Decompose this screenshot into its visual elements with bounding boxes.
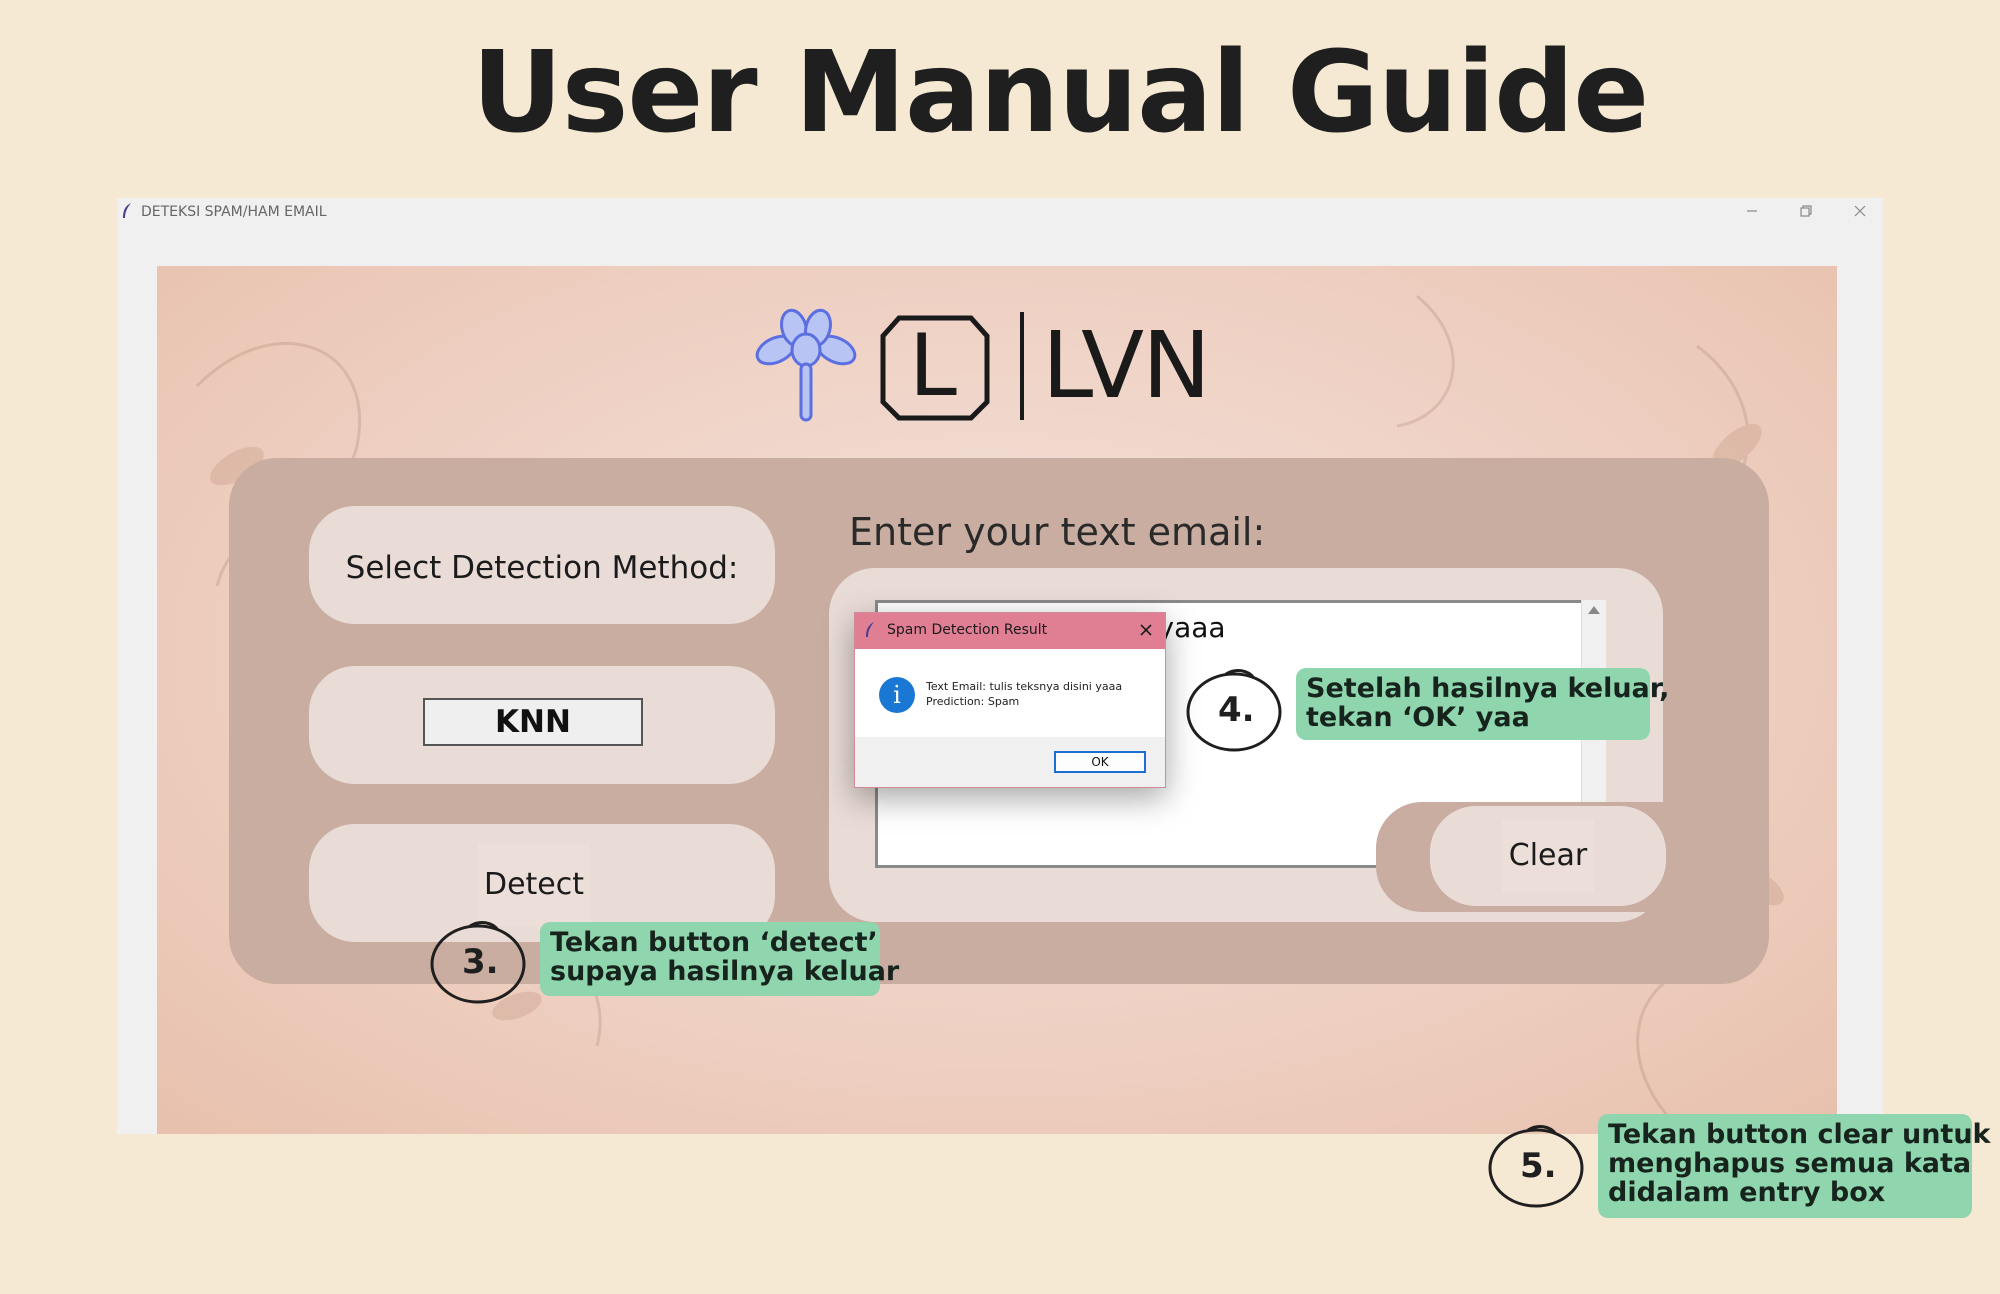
step-4-callout: Setelah hasilnya keluar, tekan ‘OK’ yaa (1296, 668, 1670, 740)
dialog-title: Spam Detection Result (887, 622, 1048, 638)
step-4-number: 4. (1218, 690, 1255, 730)
step-5-line-2: menghapus semua kata (1608, 1148, 1972, 1179)
step-3-line-2: supaya hasilnya keluar (550, 956, 900, 987)
step-3-callout: Tekan button ‘detect’ supaya hasilnya ke… (540, 922, 900, 996)
dialog-line-prediction: Prediction: Spam (926, 695, 1020, 708)
step-4-line-1: Setelah hasilnya keluar, (1306, 673, 1670, 704)
method-select-pill: KNN (309, 666, 775, 784)
dialog-titlebar[interactable]: Spam Detection Result (855, 613, 1165, 649)
flower-icon (755, 308, 857, 422)
dialog-line-email: Text Email: tulis teksnya disini yaaa (926, 680, 1123, 693)
method-label: Select Detection Method: (345, 550, 739, 586)
step-5-line-3: didalam entry box (1608, 1177, 1886, 1208)
minimize-icon[interactable] (1741, 200, 1763, 222)
clear-button[interactable]: Clear (1502, 820, 1594, 892)
detect-button[interactable]: Detect (478, 844, 590, 926)
feather-icon (864, 621, 876, 644)
app-logo: L LVN (754, 306, 1254, 426)
dialog-close-icon[interactable] (1137, 621, 1155, 639)
logo-letter: L (909, 316, 957, 416)
clear-panel: Clear (1376, 802, 1708, 912)
step-5-callout: Tekan button clear untuk menghapus semua… (1598, 1114, 1991, 1218)
result-dialog: Spam Detection Result i Text Email: tuli… (854, 612, 1166, 788)
email-label: Enter your text email: (849, 510, 1266, 554)
window-titlebar[interactable]: DETEKSI SPAM/HAM EMAIL (117, 198, 1883, 226)
close-icon[interactable] (1849, 200, 1871, 222)
page-title: User Manual Guide (471, 28, 1649, 158)
scroll-up-icon[interactable] (1588, 606, 1600, 614)
step-5-number: 5. (1520, 1146, 1557, 1186)
window-title: DETEKSI SPAM/HAM EMAIL (141, 204, 327, 220)
ok-button[interactable]: OK (1054, 751, 1146, 773)
step-5-line-1: Tekan button clear untuk (1608, 1119, 1991, 1150)
step-3-number: 3. (462, 942, 499, 982)
logo-divider (1020, 312, 1024, 420)
dialog-message: Text Email: tulis teksnya disini yaaa Pr… (926, 679, 1122, 709)
feather-icon (121, 202, 133, 225)
step-3-line-1: Tekan button ‘detect’ (550, 927, 878, 958)
dialog-body: i Text Email: tulis teksnya disini yaaa … (855, 649, 1165, 737)
logo-brand: LVN (1042, 312, 1211, 419)
restore-icon[interactable] (1795, 200, 1817, 222)
info-icon: i (879, 677, 915, 713)
method-label-pill: Select Detection Method: (309, 506, 775, 624)
method-select[interactable]: KNN (423, 698, 643, 746)
clear-pill: Clear (1430, 806, 1666, 906)
step-4-line-2: tekan ‘OK’ yaa (1306, 702, 1530, 733)
